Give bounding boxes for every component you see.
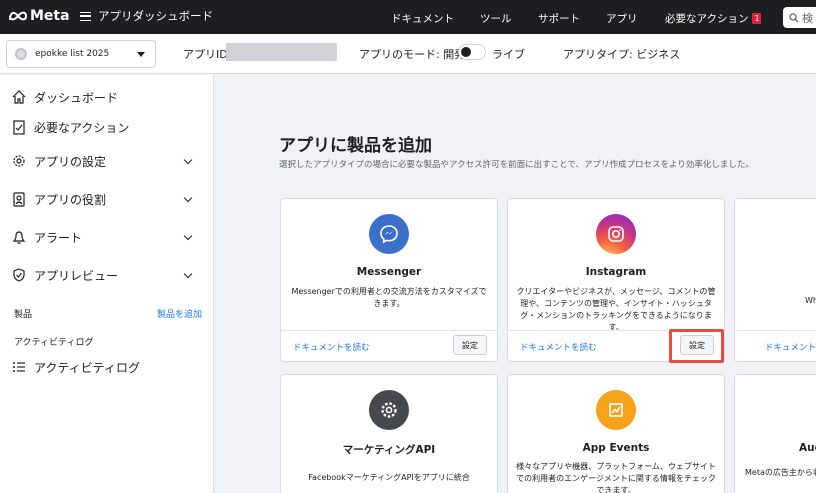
app-id-value-redacted	[226, 43, 337, 61]
search-placeholder: 検	[802, 11, 813, 25]
read-docs-link[interactable]: ドキュメントを読む	[293, 341, 370, 353]
read-docs-link[interactable]: ドキュメントを読む	[520, 341, 597, 353]
list-icon	[10, 358, 28, 376]
card-divider	[735, 330, 816, 331]
product-card-marketing-api: マーケティングAPI FacebookマーケティングAPIをアプリに統合	[280, 374, 498, 493]
chevron-down-icon	[183, 155, 193, 165]
search-input[interactable]: 検	[783, 7, 816, 28]
sidebar-item-required-actions[interactable]: 必要なアクション	[10, 115, 205, 139]
instagram-icon	[596, 214, 636, 254]
sidebar-item-label: ダッシュボード	[34, 90, 119, 105]
notification-badge: 1	[752, 13, 762, 24]
card-title: マーケティングAPI	[342, 444, 436, 456]
sidebar-item-label: アクティビティログ	[34, 360, 140, 375]
caret-down-icon	[137, 52, 145, 57]
gear-icon	[10, 152, 28, 170]
product-card-messenger: Messenger Messengerでの利用者との交流方法をカスタマイズできま…	[280, 198, 498, 362]
product-card-partial: Wh ドキュメントを読む	[734, 198, 816, 362]
sidebar-item-app-settings[interactable]: アプリの設定	[10, 149, 205, 173]
card-description: Wh	[805, 296, 816, 305]
app-selector-dropdown[interactable]: epokke list 2025	[6, 40, 156, 68]
chevron-down-icon	[183, 231, 193, 241]
read-docs-link[interactable]: ドキュメントを読む	[765, 341, 816, 353]
card-description: クリエイターやビジネスが、メッセージ、コメントの管理や、コンテンツの管理や、イン…	[516, 287, 716, 332]
card-description: FacebookマーケティングAPIをアプリに統合	[308, 473, 470, 482]
meta-logo-text: Meta	[30, 8, 70, 24]
card-description: Metaの広告主から収益を	[745, 468, 816, 477]
card-description: 様々なアプリや機器、プラットフォーム、ウェブサイトでの利用者のエンゲージメントに…	[516, 462, 716, 493]
app-info-bar: epokke list 2025 アプリID: アプリのモード: 開発 ライブ …	[0, 34, 816, 74]
page-subtitle: 選択したアプリタイプの場合に必要な製品やアクセス許可を前面に出すことで、アプリ作…	[279, 160, 754, 170]
sidebar-item-dashboard[interactable]: ダッシュボード	[10, 85, 205, 109]
page-title: アプリに製品を追加	[279, 136, 432, 156]
card-description: Messengerでの利用者との交流方法をカスタマイズできます。	[291, 287, 487, 308]
product-card-app-events: App Events 様々なアプリや機器、プラットフォーム、ウェブサイトでの利用…	[507, 374, 725, 493]
home-icon	[10, 88, 28, 106]
chart-icon	[596, 390, 636, 430]
app-type-label: アプリタイプ: ビジネス	[563, 48, 681, 61]
top-navigation-bar: Meta アプリダッシュボード ドキュメント ツール サポート アプリ 必要なア…	[0, 0, 816, 34]
nav-documents[interactable]: ドキュメント	[391, 11, 454, 26]
app-dashboard-menu[interactable]: アプリダッシュボード	[80, 8, 213, 24]
meta-logo[interactable]: Meta	[8, 8, 70, 24]
app-id-label: アプリID:	[183, 48, 232, 61]
shield-check-icon	[10, 266, 28, 284]
card-title: App Events	[582, 442, 650, 454]
add-product-link[interactable]: 製品を追加	[157, 307, 202, 320]
card-title: Instagram	[585, 266, 647, 278]
chevron-down-icon	[183, 193, 193, 203]
meta-infinity-icon	[9, 11, 28, 21]
bell-icon	[10, 228, 28, 246]
nav-required-actions[interactable]: 必要なアクション 1	[665, 11, 762, 26]
sidebar-item-app-review[interactable]: アプリレビュー	[10, 263, 205, 287]
activity-section-heading: アクティビティログ	[14, 338, 94, 348]
sidebar-item-alerts[interactable]: アラート	[10, 225, 205, 249]
hamburger-icon	[80, 11, 91, 21]
messenger-icon	[369, 214, 409, 254]
card-title: Aud	[799, 442, 816, 454]
app-name: epokke list 2025	[35, 49, 110, 59]
app-mode-toggle[interactable]	[458, 44, 486, 60]
sidebar-item-label: アプリの役割	[34, 192, 107, 207]
sidebar-item-app-roles[interactable]: アプリの役割	[10, 187, 205, 211]
app-avatar-icon	[15, 48, 27, 60]
setup-button[interactable]: 設定	[453, 335, 487, 355]
setup-button-highlight	[669, 329, 724, 363]
clipboard-icon	[10, 118, 28, 136]
sidebar-item-label: アプリレビュー	[34, 268, 119, 283]
gear-icon	[369, 390, 409, 430]
chevron-down-icon	[183, 269, 193, 279]
sidebar-item-label: アラート	[34, 230, 83, 245]
nav-apps[interactable]: アプリ	[606, 11, 638, 26]
products-section-heading: 製品	[14, 310, 33, 320]
sidebar-item-label: アプリの設定	[34, 154, 107, 169]
card-divider	[281, 330, 497, 331]
app-dashboard-title: アプリダッシュボード	[98, 9, 213, 23]
nav-tools[interactable]: ツール	[480, 11, 512, 26]
product-card-audience-partial: Aud Metaの広告主から収益を	[734, 374, 816, 493]
nav-support[interactable]: サポート	[538, 11, 580, 26]
app-mode-label: アプリのモード: 開発	[359, 48, 466, 61]
card-title: Messenger	[356, 266, 422, 278]
sidebar-item-activity-log[interactable]: アクティビティログ	[10, 355, 205, 379]
id-badge-icon	[10, 190, 28, 208]
sidebar: ダッシュボード 必要なアクション アプリの設定 アプリの役割 アラート アプリレ…	[0, 75, 214, 493]
required-actions-label: 必要なアクション	[665, 13, 749, 25]
live-label: ライブ	[492, 48, 525, 61]
sidebar-item-label: 必要なアクション	[34, 120, 130, 135]
search-icon	[789, 12, 799, 22]
